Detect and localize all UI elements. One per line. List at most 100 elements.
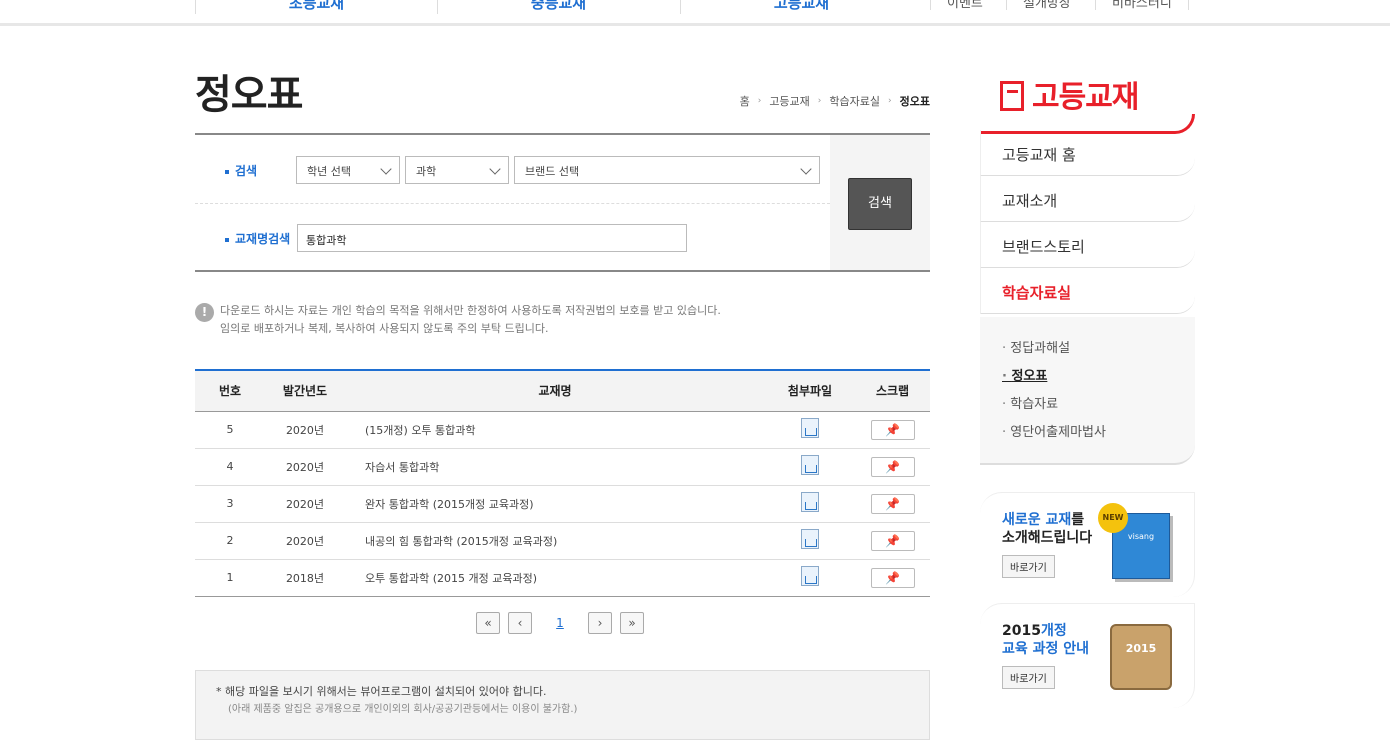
scrap-button[interactable]: 📌	[870, 493, 915, 514]
curriculum-banner[interactable]: 2015개정 교육 과정 안내 바로가기 2015	[980, 603, 1195, 708]
row-number: 5	[195, 411, 265, 449]
nav-link-2[interactable]: 설개방장	[1006, 0, 1087, 11]
row-number: 2	[195, 522, 265, 560]
table-row: 3 2020년 완자 통합과학 (2015개정 교육과정) 📌	[195, 485, 930, 523]
book-icon	[1000, 81, 1024, 111]
breadcrumb-separator-icon: ›	[888, 96, 892, 106]
grade-select-value: 학년 선택	[307, 165, 351, 178]
pagination: « ‹ 1 › »	[476, 612, 644, 634]
chevron-down-icon	[800, 163, 812, 175]
row-number: 4	[195, 448, 265, 486]
nav-middle[interactable]: 중등교재	[437, 0, 679, 14]
scrap-button[interactable]: 📌	[870, 456, 915, 477]
row-year: 2020년	[265, 485, 345, 523]
row-year: 2020년	[265, 448, 345, 486]
sidebar-item-home[interactable]: 고등교재 홈	[980, 130, 1195, 176]
breadcrumb-materials[interactable]: 학습자료실	[829, 93, 880, 109]
chevron-down-icon	[489, 163, 501, 175]
prev-page-button[interactable]: ‹	[508, 612, 532, 634]
search-label: 검색	[225, 162, 257, 179]
table-row: 4 2020년 자습서 통합과학 📌	[195, 448, 930, 486]
page-number-current[interactable]: 1	[532, 616, 588, 630]
breadcrumb-separator-icon: ›	[817, 96, 822, 106]
col-attachment: 첨부파일	[765, 369, 855, 412]
row-number: 1	[195, 559, 265, 597]
grade-select[interactable]: 학년 선택	[296, 156, 400, 184]
breadcrumb-current: 정오표	[899, 95, 930, 108]
row-bookname[interactable]: 오투 통합과학 (2015 개정 교육과정)	[345, 559, 765, 597]
last-page-button[interactable]: »	[620, 612, 644, 634]
table-row: 1 2018년 오투 통합과학 (2015 개정 교육과정) 📌	[195, 559, 930, 597]
file-download-icon[interactable]	[801, 455, 819, 475]
errata-table: 번호 발간년도 교재명 첨부파일 스크랩 5 2020년 (15개정) 오투 통…	[195, 369, 930, 597]
col-year: 발간년도	[265, 369, 345, 412]
row-bookname[interactable]: 자습서 통합과학	[345, 448, 765, 486]
banner-go-button[interactable]: 바로가기	[1002, 666, 1055, 689]
sidebar-item-brandstory[interactable]: 브랜드스토리	[980, 222, 1195, 268]
file-download-icon[interactable]	[801, 492, 819, 512]
new-badge-icon: NEW	[1098, 503, 1128, 533]
row-year: 2018년	[265, 559, 345, 597]
subject-select-value: 과학	[416, 165, 437, 178]
row-bookname[interactable]: 내공의 힘 통합과학 (2015개정 교육과정)	[345, 522, 765, 560]
subject-select[interactable]: 과학	[405, 156, 509, 184]
row-year: 2020년	[265, 411, 345, 449]
file-download-icon[interactable]	[801, 529, 819, 549]
breadcrumb-high[interactable]: 고등교재	[769, 93, 809, 109]
table-header-row: 번호 발간년도 교재명 첨부파일 스크랩	[195, 369, 930, 412]
row-year: 2020년	[265, 522, 345, 560]
new-book-banner[interactable]: 새로운 교재를 소개해드립니다 바로가기 visang NEW	[980, 492, 1195, 597]
bookname-input[interactable]: 통합과학	[297, 224, 687, 252]
notebook-pencil-icon: 2015	[1110, 624, 1172, 690]
exclamation-icon: !	[195, 303, 214, 322]
top-navigation: 초등교재 중등교재 고등교재 이벤트 설개방장 비바스터디	[0, 0, 1390, 26]
row-bookname[interactable]: (15개정) 오투 통합과학	[345, 411, 765, 449]
sidebar-brand-label: 고등교재	[1032, 80, 1139, 115]
col-number: 번호	[195, 369, 265, 412]
next-page-button[interactable]: ›	[588, 612, 612, 634]
col-scrap: 스크랩	[855, 369, 930, 412]
viewer-notice: * 해당 파일을 보시기 위해서는 뷰어프로그램이 설치되어 있어야 합니다. …	[195, 670, 930, 740]
nav-high[interactable]: 고등교재	[680, 0, 922, 14]
search-button[interactable]: 검색	[848, 178, 912, 230]
scrap-button[interactable]: 📌	[870, 567, 915, 588]
sidebar-subitem-answers[interactable]: 정답과해설	[1002, 337, 1173, 365]
search-panel: 검색 학년 선택 과학 브랜드 선택 교재명검색 통합과학 검색	[195, 133, 930, 272]
notice-line-1: 다운로드 하시는 자료는 개인 학습의 목적을 위해서만 한정하여 사용하도록 …	[220, 304, 721, 317]
file-download-icon[interactable]	[801, 418, 819, 438]
file-download-icon[interactable]	[801, 566, 819, 586]
scrap-button[interactable]: 📌	[870, 530, 915, 551]
viewer-notice-line-2: (아래 제품중 알집은 공개용으로 개인이외의 회사/공공기관등에서는 이용이 …	[228, 704, 578, 715]
breadcrumb-home[interactable]: 홈	[740, 93, 750, 109]
sidebar-subitem-vocab[interactable]: 영단어출제마법사	[1002, 421, 1173, 449]
brand-select[interactable]: 브랜드 선택	[514, 156, 820, 184]
page-title: 정오표	[195, 72, 303, 118]
sidebar-item-materials[interactable]: 학습자료실	[980, 268, 1195, 314]
search-divider	[195, 203, 830, 204]
sidebar-menu: 고등교재 홈 교재소개 브랜드스토리 학습자료실	[980, 130, 1195, 314]
bookname-label: 교재명검색	[225, 230, 290, 247]
row-number: 3	[195, 485, 265, 523]
table-row: 5 2020년 (15개정) 오투 통합과학 📌	[195, 411, 930, 449]
copyright-notice: ! 다운로드 하시는 자료는 개인 학습의 목적을 위해서만 한정하여 사용하도…	[195, 302, 721, 338]
sidebar-item-intro[interactable]: 교재소개	[980, 176, 1195, 222]
banner-go-button[interactable]: 바로가기	[1002, 555, 1055, 578]
first-page-button[interactable]: «	[476, 612, 500, 634]
sidebar-brand: 고등교재	[1000, 72, 1139, 116]
viewer-notice-line-1: * 해당 파일을 보시기 위해서는 뷰어프로그램이 설치되어 있어야 합니다.	[216, 685, 547, 698]
col-bookname: 교재명	[345, 369, 765, 412]
breadcrumb: 홈 › 고등교재 › 학습자료실 › 정오표	[740, 93, 930, 109]
sidebar-subitem-errata[interactable]: 정오표	[1002, 365, 1173, 393]
sidebar-subitem-materials[interactable]: 학습자료	[1002, 393, 1173, 421]
row-bookname[interactable]: 완자 통합과학 (2015개정 교육과정)	[345, 485, 765, 523]
notice-line-2: 임의로 배포하거나 복제, 복사하여 사용되지 않도록 주의 부탁 드립니다.	[220, 322, 549, 335]
nav-link-3[interactable]: 비바스터디	[1095, 0, 1189, 11]
table-row: 2 2020년 내공의 힘 통합과학 (2015개정 교육과정) 📌	[195, 522, 930, 560]
nav-event[interactable]: 이벤트	[930, 0, 999, 11]
scrap-button[interactable]: 📌	[870, 419, 915, 440]
breadcrumb-separator-icon: ›	[757, 96, 762, 106]
sidebar-submenu: 정답과해설 정오표 학습자료 영단어출제마법사	[980, 317, 1195, 465]
nav-elementary[interactable]: 초등교재	[195, 0, 437, 14]
brand-select-value: 브랜드 선택	[525, 165, 580, 178]
chevron-down-icon	[380, 163, 392, 175]
